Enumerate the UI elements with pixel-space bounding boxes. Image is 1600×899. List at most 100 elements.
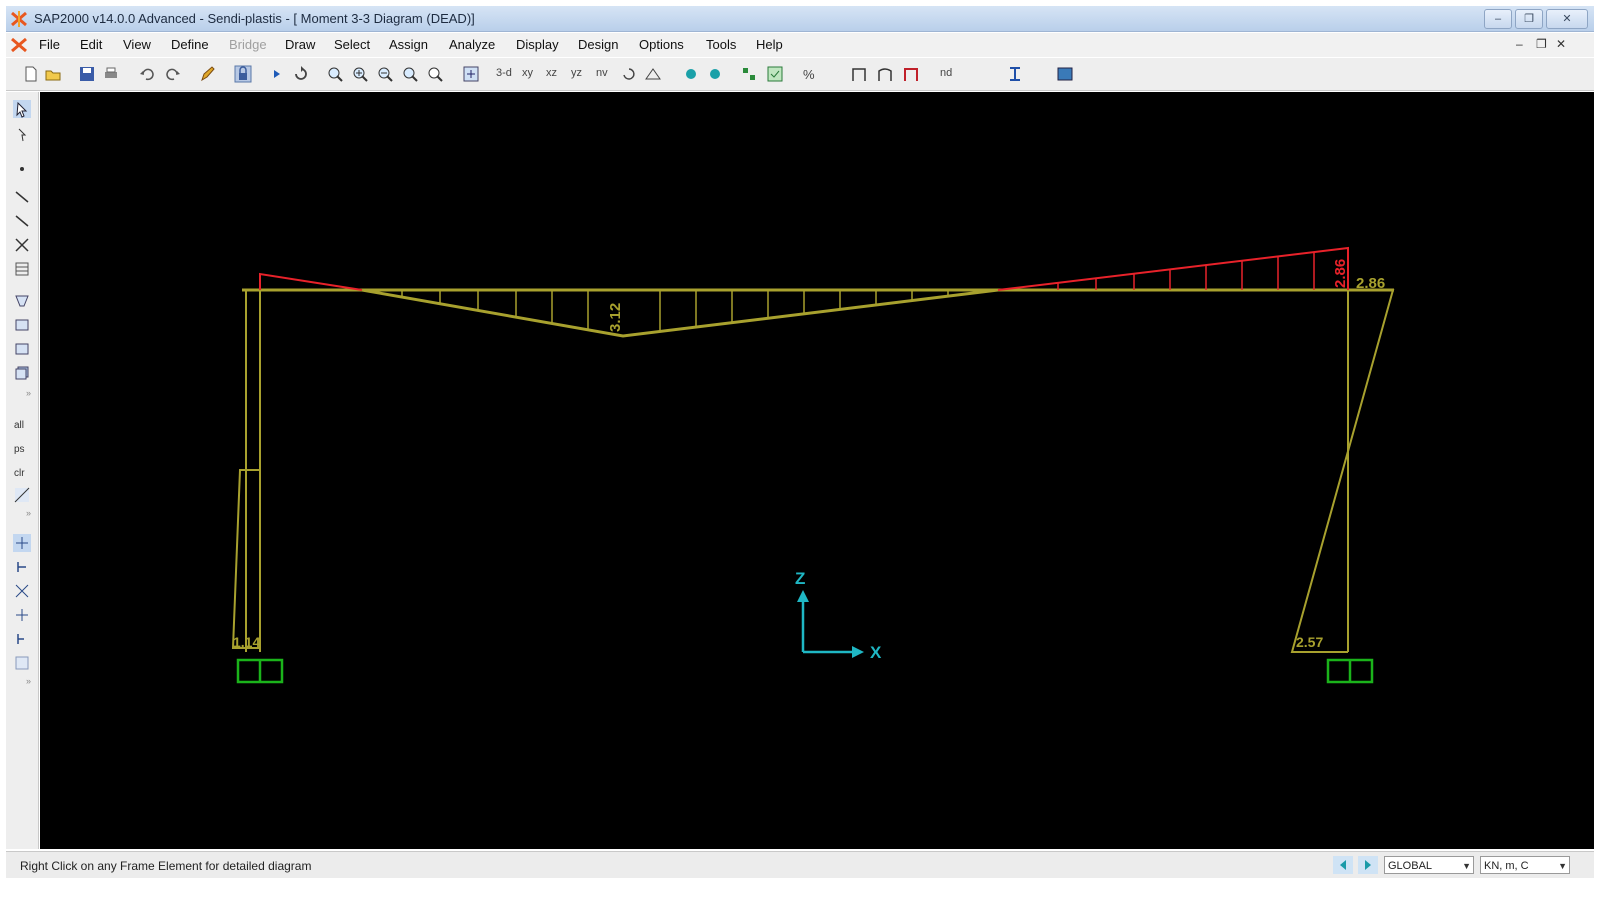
select-all-icon[interactable]: all — [13, 414, 31, 432]
redo-icon[interactable] — [164, 65, 182, 83]
pan-icon[interactable] — [462, 65, 480, 83]
reshaper-icon[interactable] — [13, 126, 31, 144]
view-nv-button[interactable]: nv — [596, 67, 608, 79]
toolbar-overflow-icon-2[interactable]: » — [26, 508, 31, 518]
snap-intersections-icon[interactable] — [13, 582, 31, 600]
svg-text:all: all — [14, 420, 24, 431]
perspective-icon[interactable] — [644, 65, 662, 83]
deformed-shape-icon[interactable] — [876, 65, 894, 83]
menu-analyze[interactable]: Analyze — [449, 37, 495, 52]
draw-braces-icon[interactable] — [13, 236, 31, 254]
view-3d-button[interactable]: 3-d — [496, 67, 512, 79]
restore-button[interactable]: ❐ — [1515, 9, 1543, 29]
snap-lines-edges-icon[interactable] — [13, 630, 31, 648]
close-button[interactable]: ✕ — [1546, 9, 1588, 29]
menu-view[interactable]: View — [123, 37, 151, 52]
mdi-restore-icon[interactable]: ❐ — [1536, 37, 1547, 51]
right-fixed-support-icon — [1326, 658, 1374, 684]
rotate-icon[interactable] — [292, 65, 310, 83]
mdi-close-icon[interactable]: ✕ — [1556, 37, 1566, 51]
draw-joint-icon[interactable] — [13, 160, 31, 178]
draw-secondary-beams-icon[interactable] — [13, 260, 31, 278]
zoom-out-icon[interactable] — [376, 65, 394, 83]
lock-model-icon[interactable] — [234, 65, 252, 83]
sap2000-logo-icon — [11, 11, 27, 27]
intersecting-line-select-icon[interactable] — [13, 486, 31, 504]
right-base-moment-label: 2.57 — [1296, 634, 1323, 650]
new-file-icon[interactable] — [22, 65, 40, 83]
save-icon[interactable] — [78, 65, 96, 83]
toolbar-overflow-icon-3[interactable]: » — [26, 676, 31, 686]
chevron-down-icon: ▼ — [1462, 861, 1471, 871]
rotate-3d-icon[interactable] — [620, 65, 638, 83]
toolbar-overflow-icon[interactable]: » — [26, 388, 31, 398]
quick-draw-area-icon[interactable] — [13, 340, 31, 358]
minimize-button[interactable]: – — [1484, 9, 1512, 29]
chevron-down-icon: ▼ — [1558, 861, 1567, 871]
snap-perpendicular-icon[interactable] — [13, 606, 31, 624]
beam-negative-moment-right — [997, 246, 1349, 291]
move-down-icon[interactable] — [706, 65, 724, 83]
menu-tools[interactable]: Tools — [706, 37, 736, 52]
view-yz-button[interactable]: yz — [571, 67, 582, 79]
window-title: SAP2000 v14.0.0 Advanced - Sendi-plastis… — [34, 11, 475, 26]
percent-icon[interactable]: % — [800, 65, 818, 83]
previous-select-icon[interactable]: ps — [13, 438, 31, 456]
zoom-window-icon[interactable] — [326, 65, 344, 83]
draw-poly-area-icon[interactable] — [13, 292, 31, 310]
undo-icon[interactable] — [138, 65, 156, 83]
pointer-icon[interactable] — [13, 100, 31, 118]
zoom-in-icon[interactable] — [351, 65, 369, 83]
snap-joints-icon[interactable] — [13, 534, 31, 552]
zoom-previous-icon[interactable] — [426, 65, 444, 83]
print-icon[interactable] — [102, 65, 120, 83]
menu-bridge[interactable]: Bridge — [229, 37, 267, 52]
beam-positive-moment — [361, 288, 999, 338]
snap-line-ends-icon[interactable] — [13, 558, 31, 576]
menu-help[interactable]: Help — [756, 37, 783, 52]
previous-case-icon[interactable] — [1333, 856, 1353, 874]
menu-assign[interactable]: Assign — [389, 37, 428, 52]
clear-selection-icon[interactable]: clr — [13, 462, 31, 480]
view-xz-button[interactable]: xz — [546, 67, 557, 79]
zoom-full-icon[interactable] — [401, 65, 419, 83]
set-display-options-icon[interactable] — [766, 65, 784, 83]
left-fixed-support-icon — [236, 658, 284, 684]
object-shrink-icon[interactable] — [740, 65, 758, 83]
status-message: Right Click on any Frame Element for det… — [20, 859, 312, 873]
next-case-icon[interactable] — [1358, 856, 1378, 874]
frame-draw-icon[interactable] — [850, 65, 868, 83]
quick-draw-frame-icon[interactable] — [13, 212, 31, 230]
menu-draw[interactable]: Draw — [285, 37, 315, 52]
snap-fine-grid-icon[interactable] — [13, 654, 31, 672]
menu-select[interactable]: Select — [334, 37, 370, 52]
menu-display[interactable]: Display — [516, 37, 559, 52]
menu-design[interactable]: Design — [578, 37, 618, 52]
run-analysis-icon[interactable] — [268, 65, 286, 83]
right-joint-moment-label: 2.86 — [1356, 275, 1385, 292]
bottom-edge — [0, 878, 1600, 899]
model-view-canvas[interactable]: 3.12 2.86 2.86 1.14 2.57 Z X — [40, 92, 1594, 849]
menu-bar: File Edit View Define Bridge Draw Select… — [6, 33, 1594, 57]
menu-edit[interactable]: Edit — [80, 37, 102, 52]
section-designer-icon[interactable] — [1006, 65, 1024, 83]
draw-frame-icon[interactable] — [13, 188, 31, 206]
mdi-minimize-icon[interactable]: – — [1516, 37, 1523, 51]
nd-button[interactable]: nd — [940, 67, 952, 79]
menu-options[interactable]: Options — [639, 37, 684, 52]
menu-define[interactable]: Define — [171, 37, 209, 52]
forces-display-icon[interactable] — [902, 65, 920, 83]
view-xy-button[interactable]: xy — [522, 67, 533, 79]
open-folder-icon[interactable] — [44, 65, 62, 83]
sap2000-document-icon[interactable] — [10, 36, 28, 54]
menu-file[interactable]: File — [39, 37, 60, 52]
draw-solid-icon[interactable] — [13, 364, 31, 382]
svg-text:clr: clr — [14, 468, 25, 479]
draw-rect-area-icon[interactable] — [13, 316, 31, 334]
move-up-icon[interactable] — [682, 65, 700, 83]
coordinate-system-select[interactable]: GLOBAL ▼ — [1384, 856, 1474, 874]
units-select[interactable]: KN, m, C ▼ — [1480, 856, 1570, 874]
display-window-icon[interactable] — [1056, 65, 1074, 83]
pencil-icon[interactable] — [198, 65, 216, 83]
window-controls: – ❐ ✕ — [1484, 9, 1588, 29]
